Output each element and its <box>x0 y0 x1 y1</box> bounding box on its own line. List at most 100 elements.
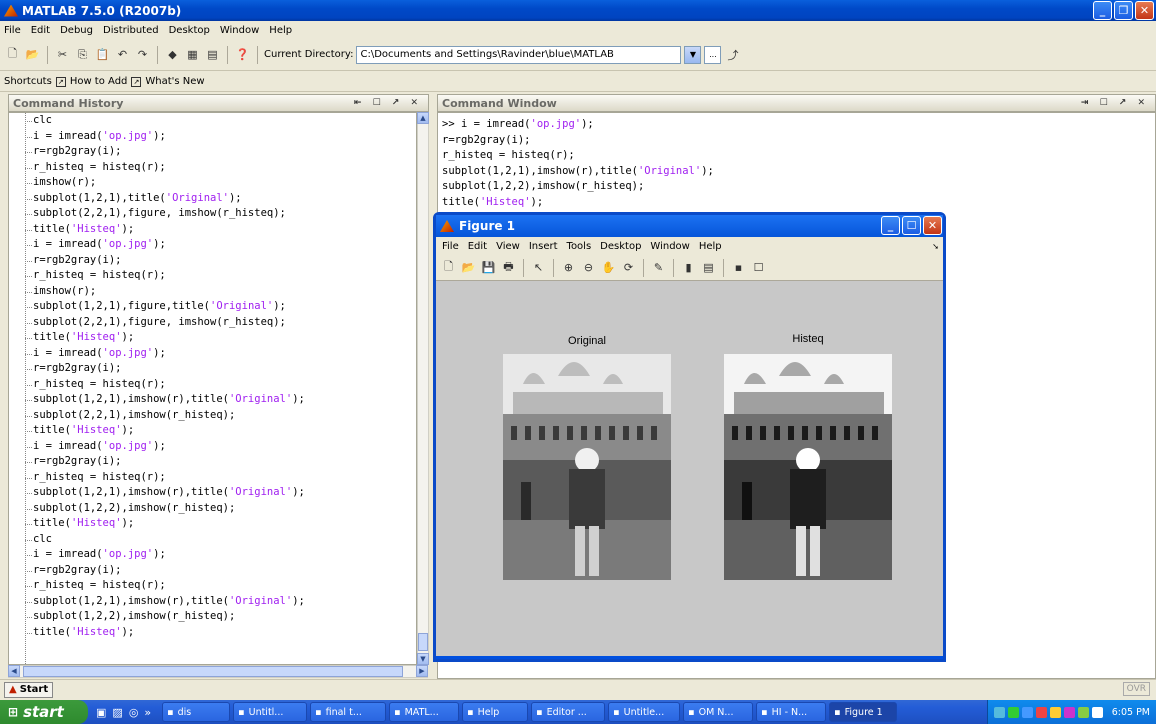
history-entry[interactable]: subplot(1,2,2),imshow(r_histeq); <box>9 609 416 625</box>
new-figure-icon[interactable]: 🗋 <box>440 259 457 276</box>
browse-button[interactable]: ... <box>704 45 722 64</box>
scroll-thumb[interactable] <box>418 633 428 651</box>
tray-icon[interactable] <box>1021 706 1033 718</box>
menu-tools[interactable]: Tools <box>567 241 592 252</box>
history-entry[interactable]: title('Histeq'); <box>9 423 416 439</box>
tray-icon[interactable] <box>1091 706 1103 718</box>
menu-insert[interactable]: Insert <box>529 241 558 252</box>
tray-icon[interactable] <box>1063 706 1075 718</box>
taskbar-button[interactable]: ▪ dis <box>162 702 231 722</box>
chevron-right-icon[interactable]: » <box>144 706 151 719</box>
print-icon[interactable]: 🖶 <box>500 259 517 276</box>
menu-help[interactable]: Help <box>699 241 722 252</box>
guide-icon[interactable]: ▦ <box>184 46 201 63</box>
cut-icon[interactable]: ✂ <box>54 46 71 63</box>
history-entry[interactable]: r=rgb2gray(i); <box>9 253 416 269</box>
history-entry[interactable]: subplot(1,2,1),imshow(r),title('Original… <box>9 392 416 408</box>
tray-icon[interactable] <box>1007 706 1019 718</box>
history-entry[interactable]: subplot(1,2,1),figure,title('Original'); <box>9 299 416 315</box>
history-entry[interactable]: subplot(1,2,1),imshow(r),title('Original… <box>9 594 416 610</box>
close-button[interactable]: ✕ <box>1135 1 1154 20</box>
zoom-out-icon[interactable]: ⊖ <box>580 259 597 276</box>
history-entry[interactable]: r_histeq = histeq(r); <box>9 578 416 594</box>
history-entry[interactable]: subplot(1,2,1),imshow(r),title('Original… <box>9 485 416 501</box>
chevron-down-icon[interactable]: ▼ <box>684 45 702 64</box>
history-entry[interactable]: i = imread('op.jpg'); <box>9 129 416 145</box>
open-file-icon[interactable]: 📂 <box>460 259 477 276</box>
profiler-icon[interactable]: ▤ <box>204 46 221 63</box>
tray-icon[interactable] <box>1035 706 1047 718</box>
minimize-button[interactable]: _ <box>1093 1 1112 20</box>
history-entry[interactable]: i = imread('op.jpg'); <box>9 346 416 362</box>
menu-edit[interactable]: Edit <box>31 25 50 36</box>
panel-controls[interactable]: ⇥ ☐ ↗ ✕ <box>1081 98 1149 108</box>
history-entry[interactable]: i = imread('op.jpg'); <box>9 439 416 455</box>
history-entry[interactable]: i = imread('op.jpg'); <box>9 237 416 253</box>
taskbar-button[interactable]: ▪ Figure 1 <box>829 702 898 722</box>
history-entry[interactable]: r=rgb2gray(i); <box>9 563 416 579</box>
history-entry[interactable]: r_histeq = histeq(r); <box>9 470 416 486</box>
menu-window[interactable]: Window <box>220 25 259 36</box>
history-entry[interactable]: subplot(2,2,1),figure, imshow(r_histeq); <box>9 315 416 331</box>
up-folder-icon[interactable]: ⤴ <box>724 46 741 63</box>
history-entry[interactable]: clc <box>9 113 416 129</box>
history-entry[interactable]: title('Histeq'); <box>9 516 416 532</box>
whats-new-link[interactable]: What's New <box>145 76 204 87</box>
menu-desktop[interactable]: Desktop <box>600 241 641 252</box>
history-entry[interactable]: r=rgb2gray(i); <box>9 454 416 470</box>
menu-edit[interactable]: Edit <box>468 241 487 252</box>
history-entry[interactable]: r_histeq = histeq(r); <box>9 377 416 393</box>
undo-icon[interactable]: ↶ <box>114 46 131 63</box>
scroll-up-icon[interactable]: ▲ <box>417 112 429 124</box>
menu-debug[interactable]: Debug <box>60 25 93 36</box>
history-entry[interactable]: i = imread('op.jpg'); <box>9 547 416 563</box>
scroll-thumb[interactable] <box>23 666 403 677</box>
pointer-icon[interactable]: ↖ <box>530 259 547 276</box>
menu-help[interactable]: Help <box>269 25 292 36</box>
pan-icon[interactable]: ✋ <box>600 259 617 276</box>
menu-view[interactable]: View <box>496 241 520 252</box>
history-vertical-scrollbar[interactable]: ▲ ▼ <box>417 112 429 665</box>
dock-icon[interactable]: ➘ <box>932 242 939 251</box>
open-folder-icon[interactable]: 📂 <box>24 46 41 63</box>
menu-file[interactable]: File <box>442 241 459 252</box>
history-entry[interactable]: title('Histeq'); <box>9 625 416 641</box>
close-button[interactable]: ✕ <box>923 216 942 235</box>
tray-icon[interactable] <box>1049 706 1061 718</box>
data-cursor-icon[interactable]: ✎ <box>650 259 667 276</box>
browser-icon[interactable]: ◎ <box>129 706 139 719</box>
legend-icon[interactable]: ▤ <box>700 259 717 276</box>
history-entry[interactable]: r=rgb2gray(i); <box>9 361 416 377</box>
taskbar-button[interactable]: ▪ Untitl... <box>233 702 308 722</box>
history-entry[interactable]: title('Histeq'); <box>9 222 416 238</box>
history-entry[interactable]: subplot(2,2,1),imshow(r_histeq); <box>9 408 416 424</box>
history-entry[interactable]: imshow(r); <box>9 175 416 191</box>
history-entry[interactable]: subplot(1,2,1),title('Original'); <box>9 191 416 207</box>
menu-file[interactable]: File <box>4 25 21 36</box>
quick-launch-icon[interactable]: ▣ <box>96 706 106 719</box>
history-entry[interactable]: r_histeq = histeq(r); <box>9 160 416 176</box>
tray-icon[interactable] <box>993 706 1005 718</box>
help-icon[interactable]: ❓ <box>234 46 251 63</box>
history-entry[interactable]: subplot(1,2,2),imshow(r_histeq); <box>9 501 416 517</box>
menu-distributed[interactable]: Distributed <box>103 25 159 36</box>
paste-icon[interactable]: 📋 <box>94 46 111 63</box>
new-file-icon[interactable]: 🗋 <box>4 46 21 63</box>
minimize-button[interactable]: _ <box>881 216 900 235</box>
scroll-down-icon[interactable]: ▼ <box>417 653 429 665</box>
hide-plot-tools-icon[interactable]: ▪ <box>730 259 747 276</box>
history-entry[interactable]: subplot(2,2,1),figure, imshow(r_histeq); <box>9 206 416 222</box>
quick-launch-icon[interactable]: ▨ <box>112 706 122 719</box>
maximize-button[interactable]: ❐ <box>1114 1 1133 20</box>
menu-desktop[interactable]: Desktop <box>169 25 210 36</box>
taskbar-button[interactable]: ▪ Help <box>462 702 529 722</box>
redo-icon[interactable]: ↷ <box>134 46 151 63</box>
taskbar-button[interactable]: ▪ Editor ... <box>531 702 606 722</box>
copy-icon[interactable]: ⎘ <box>74 46 91 63</box>
command-history-list[interactable]: clc i = imread('op.jpg'); r=rgb2gray(i); r_… <box>8 112 417 665</box>
windows-start-button[interactable]: ⊞ start <box>0 700 88 724</box>
taskbar-button[interactable]: ▪ OM N... <box>683 702 754 722</box>
zoom-in-icon[interactable]: ⊕ <box>560 259 577 276</box>
tray-icon[interactable] <box>1077 706 1089 718</box>
current-directory-input[interactable]: C:\Documents and Settings\Ravinder\blue\… <box>356 45 682 64</box>
